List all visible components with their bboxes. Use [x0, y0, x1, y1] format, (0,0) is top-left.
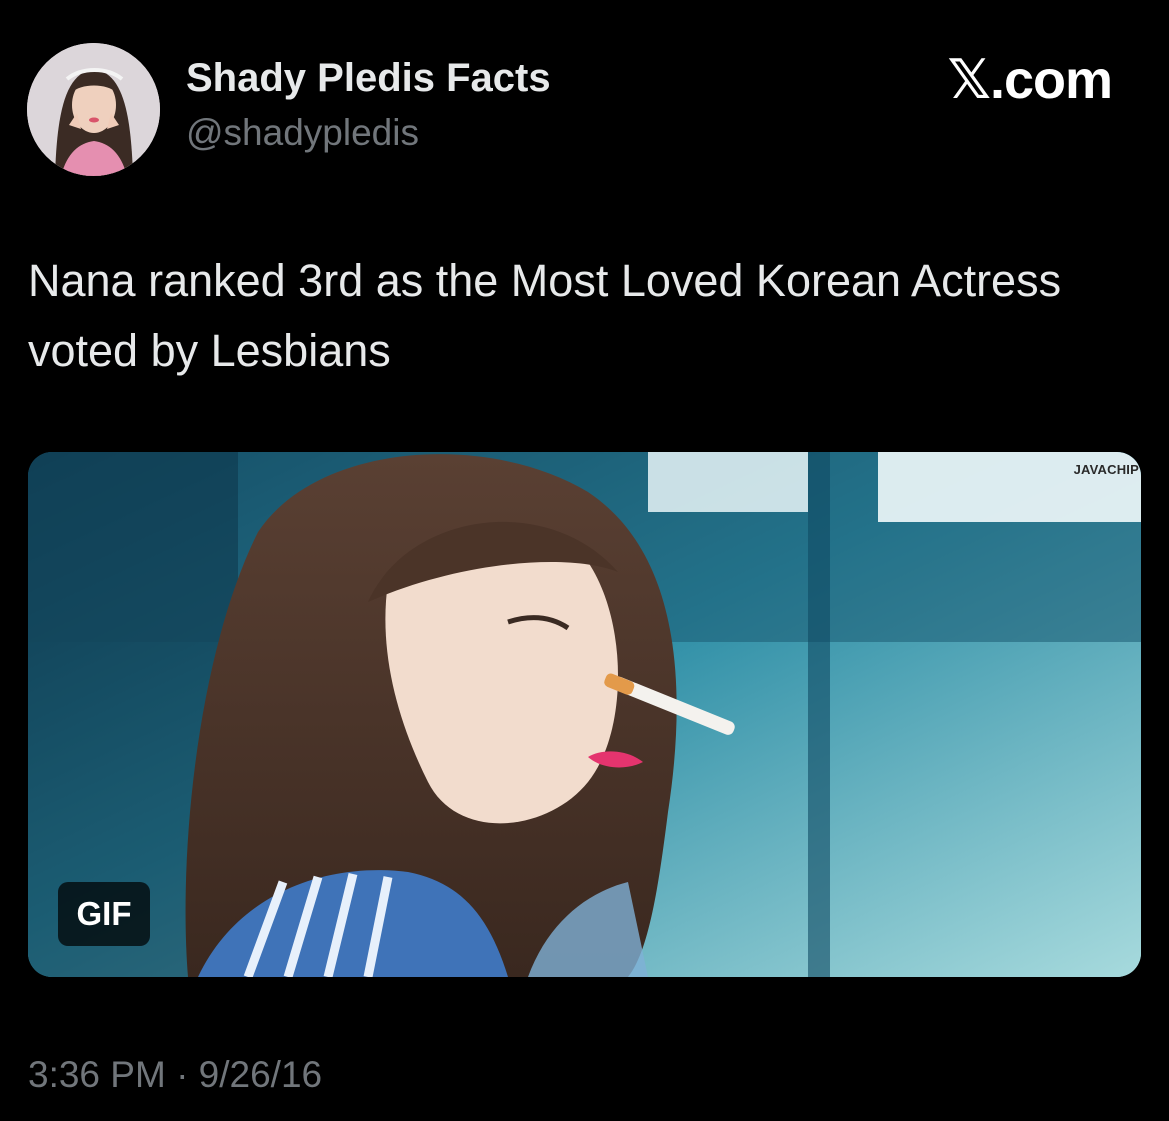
tweet-text: Nana ranked 3rd as the Most Loved Korean… — [28, 255, 1062, 376]
display-name[interactable]: Shady Pledis Facts — [186, 56, 551, 101]
tweet: Shady Pledis Facts @shadypledis 𝕏.com Na… — [0, 0, 1169, 1121]
media-watermark: JAVACHIP — [1073, 462, 1139, 477]
tweet-media-gif[interactable]: JAVACHIP GIF — [28, 452, 1141, 977]
brand-text: 𝕏.com — [947, 50, 1113, 110]
gif-badge: GIF — [58, 882, 150, 946]
avatar-image — [27, 43, 160, 176]
avatar[interactable] — [27, 43, 160, 176]
brand-link[interactable]: 𝕏.com — [947, 48, 1113, 111]
tweet-timestamp[interactable]: 3:36 PM · 9/26/16 — [28, 1054, 322, 1096]
gif-frame — [28, 452, 1141, 977]
user-handle[interactable]: @shadypledis — [186, 112, 419, 154]
